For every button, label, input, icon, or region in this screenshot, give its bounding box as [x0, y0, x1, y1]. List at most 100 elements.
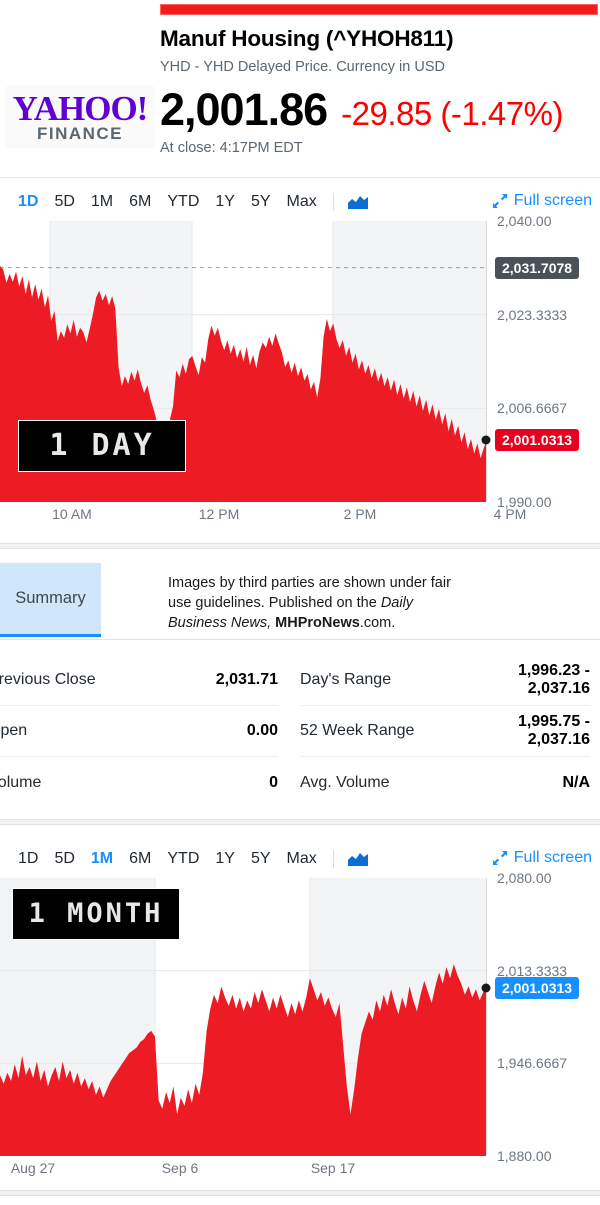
- note-brand: MHProNews: [271, 615, 360, 631]
- x-axis-tick: 4 PM: [493, 506, 527, 522]
- stat-value: 0: [269, 773, 278, 791]
- bottom-divider: [0, 1190, 600, 1196]
- stat-label: Day's Range: [300, 671, 392, 688]
- x-axis-tick: Sep 17: [310, 1160, 356, 1176]
- plot-wrap-1: 1 DAY 2,040.00 2,023.3333 2,006.6667 1,990.…: [0, 213, 600, 510]
- plot-area-1d[interactable]: 1 DAY: [0, 221, 491, 502]
- y-axis-1m: 2,080.00 2,013.3333 1,946.6667 1,880.00 2,00…: [487, 870, 600, 1164]
- price-change: -29.85 (-1.47%): [341, 95, 563, 132]
- stat-label: Open: [0, 722, 28, 739]
- stats-column-right: Day's Range 1,996.23 - 2,037.16 52 Week Ra…: [300, 655, 590, 808]
- y-axis-tick: 2,080.00: [497, 870, 552, 886]
- last-price: 2,001.86: [160, 84, 328, 135]
- note-line-2-em: Daily: [380, 595, 414, 611]
- stat-value: 0.00: [246, 722, 278, 739]
- summary-divider: [0, 639, 600, 640]
- chart2-range-max[interactable]: Max: [279, 848, 325, 870]
- x-axis-tick: Aug 27: [10, 1160, 56, 1176]
- chart2-range-ytd[interactable]: YTD: [159, 848, 207, 870]
- y-axis-tick: 2,006.6667: [497, 400, 568, 417]
- section-divider-1: [0, 543, 600, 549]
- stat-label: Avg. Volume: [300, 773, 390, 791]
- fullscreen-button-2[interactable]: Full screen: [492, 849, 592, 867]
- stat-row: Open 0.00: [0, 706, 278, 757]
- range-buttons-1: 1D 5D 1M 6M YTD 1Y 5Y Max: [10, 191, 325, 213]
- page-title: Manuf Housing (^YHOH811): [160, 26, 454, 51]
- chart2-range-6m[interactable]: 6M: [121, 848, 159, 870]
- chart-module-1m: 1D 5D 1M 6M YTD 1Y 5Y Max Full screen 1 MONTH 2…: [0, 840, 600, 1182]
- chart1-range-1d[interactable]: 1D: [10, 191, 46, 213]
- stats-column-left: Previous Close 2,031.71 Open 0.00 Volume 0: [0, 655, 278, 808]
- yahoo-wordmark: YAHOO!: [12, 89, 149, 128]
- chart1-range-5d[interactable]: 5D: [46, 191, 82, 213]
- last-price-flag: 2,001.0313: [495, 429, 580, 451]
- x-axis-tick: Sep 6: [161, 1160, 199, 1176]
- chart2-range-1m[interactable]: 1M: [83, 848, 121, 870]
- quote-header: YAHOO! FINANCE Manuf Housing (^YHOH811) …: [0, 18, 600, 173]
- stat-row: Volume 0: [0, 757, 278, 808]
- header-divider: [0, 177, 600, 178]
- last-price-flag: 2,001.0313: [495, 976, 580, 999]
- price-row: 2,001.86 -29.85 (-1.47%): [160, 84, 563, 136]
- y-axis-1d: 2,040.00 2,023.3333 2,006.6667 1,990.00 2,03…: [487, 213, 600, 510]
- fullscreen-button-1[interactable]: Full screen: [492, 192, 592, 210]
- tab-summary[interactable]: Summary: [0, 563, 101, 637]
- previous-close-flag: 2,031.7078: [495, 256, 580, 279]
- chart-stamp-1month: 1 MONTH: [12, 888, 180, 940]
- chart-module-1d: 1D 5D 1M 6M YTD 1Y 5Y Max Full screen 1 DAY 2,0…: [0, 183, 600, 528]
- chart2-range-5d[interactable]: 5D: [46, 848, 82, 870]
- stat-value: 1,995.75 - 2,037.16: [517, 713, 590, 748]
- stat-value: 1,996.23 - 2,037.16: [517, 662, 590, 697]
- top-red-accent-bar: [160, 4, 598, 15]
- fullscreen-label-1: Full screen: [513, 192, 592, 209]
- x-axis-1m: Aug 27 Sep 6 Sep 17: [0, 1156, 487, 1182]
- stat-label: 52 Week Range: [300, 722, 415, 739]
- stat-value: N/A: [562, 773, 590, 791]
- stat-row: Day's Range 1,996.23 - 2,037.16: [300, 655, 590, 706]
- range-buttons-2: 1D 5D 1M 6M YTD 1Y 5Y Max: [10, 848, 325, 870]
- note-tail: .com.: [359, 615, 396, 631]
- y-axis-tick: 2,040.00: [497, 213, 552, 229]
- key-statistics-table: Previous Close 2,031.71 Open 0.00 Volume 0 Da…: [0, 655, 600, 809]
- stat-value: 2,031.71: [215, 671, 278, 688]
- x-axis-1d: 10 AM 12 PM 2 PM 4 PM: [0, 502, 526, 528]
- chart1-range-5y[interactable]: 5Y: [243, 191, 279, 213]
- chart1-range-ytd[interactable]: YTD: [159, 191, 207, 213]
- yahoo-finance-logo[interactable]: YAHOO! FINANCE: [6, 86, 154, 148]
- plot-wrap-2: 1 MONTH 2,080.00 2,013.3333 1,946.6667 1,88…: [0, 870, 600, 1164]
- expand-arrows-icon: [492, 193, 508, 209]
- market-state: At close: 4:17PM EDT: [160, 140, 303, 156]
- chart1-range-max[interactable]: Max: [279, 191, 325, 213]
- note-line-3-em: Business News,: [168, 615, 272, 631]
- chart2-range-5y[interactable]: 5Y: [243, 848, 279, 870]
- chart2-range-1d[interactable]: 1D: [10, 848, 46, 870]
- range-divider: [332, 193, 334, 211]
- range-divider: [332, 850, 334, 868]
- chart1-range-1y[interactable]: 1Y: [207, 191, 243, 213]
- stat-label: Previous Close: [0, 671, 96, 688]
- x-axis-tick: 10 AM: [52, 506, 92, 522]
- y-axis-tick: 1,880.00: [497, 1148, 552, 1164]
- expand-arrows-icon: [492, 850, 508, 866]
- fullscreen-label-2: Full screen: [513, 849, 592, 866]
- y-axis-tick: 1,946.6667: [497, 1055, 568, 1072]
- chart2-range-1y[interactable]: 1Y: [207, 848, 243, 870]
- stat-row: 52 Week Range 1,995.75 - 2,037.16: [300, 706, 590, 757]
- chart-stamp-1day: 1 DAY: [18, 420, 186, 472]
- quote-subtitle: YHD - YHD Delayed Price. Currency in USD: [160, 59, 445, 75]
- area-chart-icon[interactable]: [342, 195, 374, 210]
- stat-row: Previous Close 2,031.71: [0, 655, 278, 706]
- chart1-range-1m[interactable]: 1M: [83, 191, 121, 213]
- stat-label: Volume: [0, 773, 42, 791]
- attribution-note: Images by third parties are shown under …: [168, 573, 468, 633]
- x-axis-tick: 12 PM: [198, 506, 240, 522]
- area-chart-icon[interactable]: [342, 852, 374, 867]
- note-line-1: Images by third parties are shown under: [168, 575, 427, 591]
- chart1-range-6m[interactable]: 6M: [121, 191, 159, 213]
- y-axis-tick: 2,023.3333: [497, 306, 568, 323]
- stat-row: Avg. Volume N/A: [300, 757, 590, 808]
- section-divider-2: [0, 819, 600, 825]
- summary-section: Summary Images by third parties are show…: [0, 563, 600, 639]
- plot-area-1m[interactable]: 1 MONTH: [0, 878, 491, 1156]
- x-axis-tick: 2 PM: [343, 506, 377, 522]
